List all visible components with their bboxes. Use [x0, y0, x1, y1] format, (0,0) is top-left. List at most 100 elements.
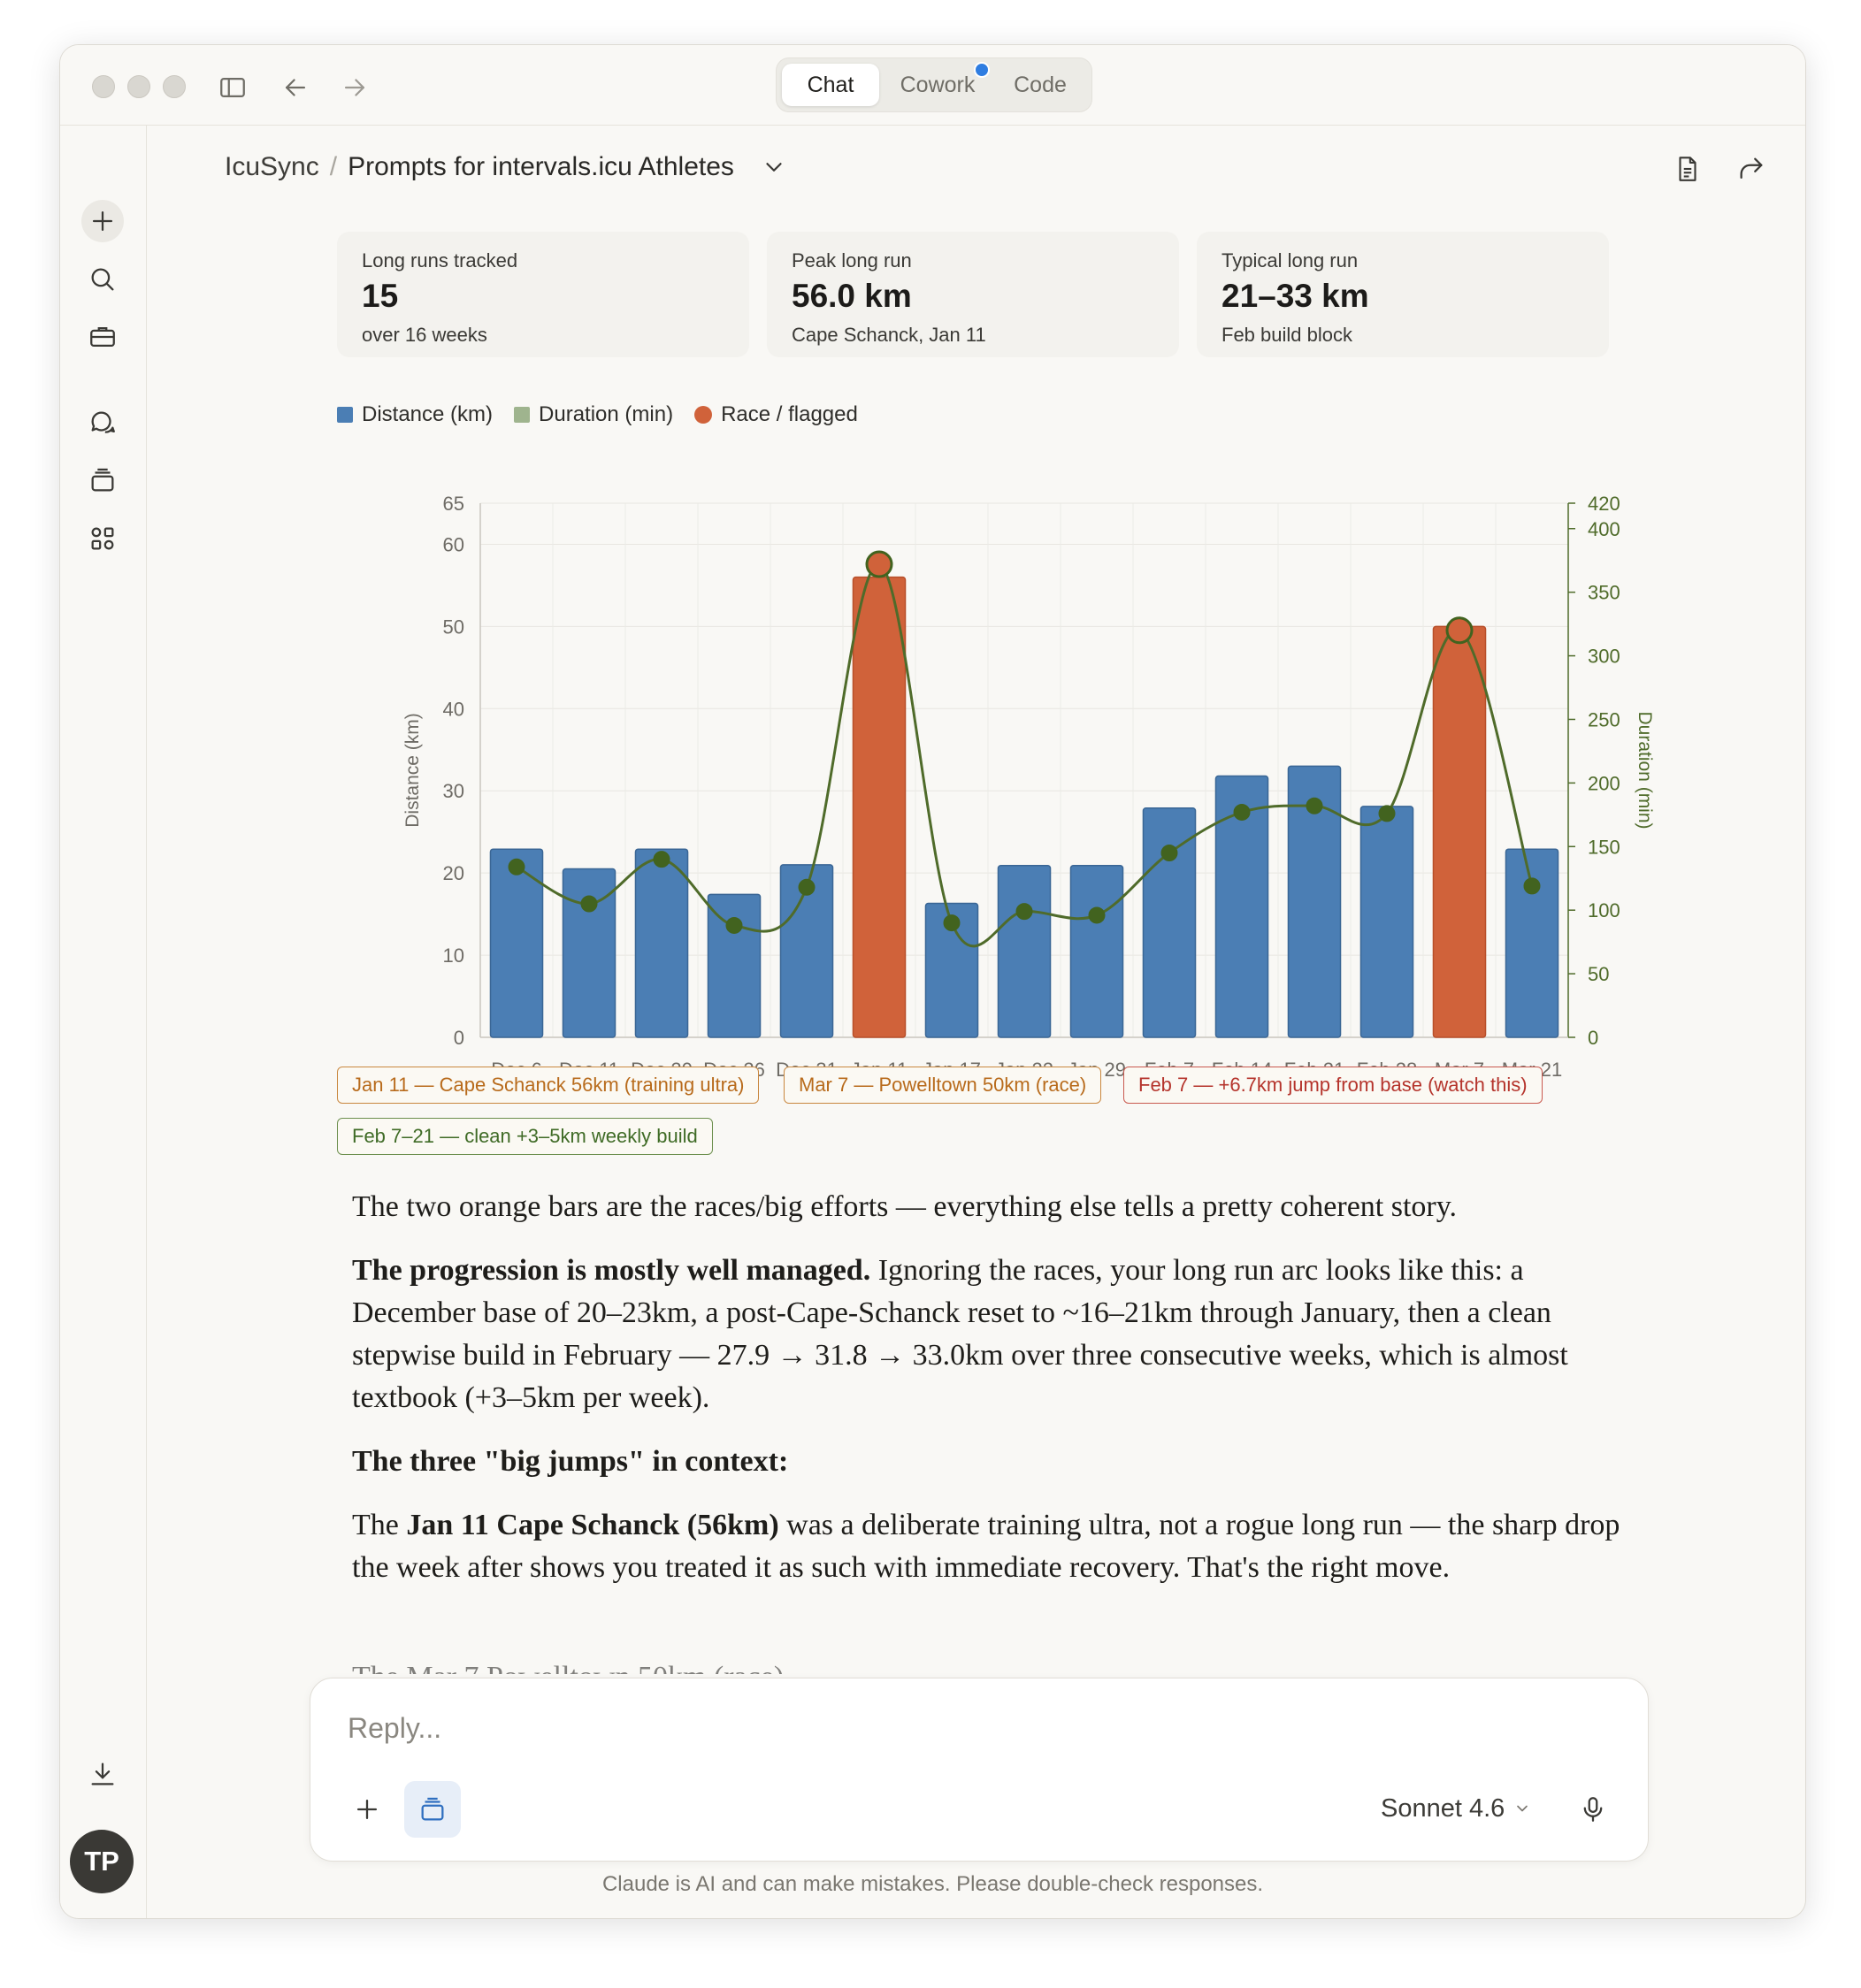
y-tick-label: 30 — [443, 780, 464, 802]
y2-tick-label: 50 — [1588, 963, 1609, 985]
conversation-title[interactable]: Prompts for intervals.icu Athletes — [348, 148, 734, 187]
projects-icon[interactable] — [81, 459, 124, 501]
chevron-down-icon[interactable] — [761, 154, 787, 180]
distance-bar — [489, 848, 544, 1038]
back-arrow-icon[interactable] — [278, 70, 313, 105]
duration-point — [1306, 797, 1323, 814]
y-tick-label: 60 — [443, 533, 464, 555]
search-icon[interactable] — [81, 258, 124, 301]
distance-bar — [1505, 848, 1559, 1038]
distance-bar — [707, 893, 762, 1038]
distance-bar — [1432, 625, 1487, 1038]
model-name: Sonnet 4.6 — [1381, 1794, 1505, 1823]
breadcrumb: IcuSync / Prompts for intervals.icu Athl… — [225, 148, 787, 187]
y2-tick-label: 100 — [1588, 899, 1620, 921]
duration-point — [1088, 906, 1106, 924]
stat-value: 15 — [362, 278, 399, 314]
stat-card-typical-long-run: Typical long run 21–33 km Feb build bloc… — [1197, 232, 1609, 357]
duration-point — [1233, 803, 1251, 821]
stat-value: 56.0 km — [792, 278, 912, 314]
microphone-icon[interactable] — [1565, 1781, 1621, 1838]
y-tick-label: 40 — [443, 698, 464, 720]
stat-card-peak-long-run: Peak long run 56.0 km Cape Schanck, Jan … — [767, 232, 1179, 357]
distance-bar — [634, 848, 689, 1038]
breadcrumb-root[interactable]: IcuSync — [225, 148, 319, 187]
tab-code[interactable]: Code — [996, 64, 1084, 106]
legend-item-race: Race / flagged — [694, 402, 858, 427]
distance-bar — [1359, 806, 1414, 1038]
bold-text: The three "big jumps" in context: — [352, 1445, 789, 1478]
duration-point — [1523, 877, 1541, 895]
reply-composer: Sonnet 4.6 — [310, 1678, 1649, 1862]
y2-axis-title: Duration (min) — [1635, 711, 1655, 829]
distance-bar — [997, 865, 1052, 1038]
duration-point-flagged — [1445, 616, 1474, 645]
duration-point — [1378, 805, 1396, 822]
sidebar: TP — [60, 126, 147, 1918]
mode-switcher: Chat Cowork Code — [776, 57, 1092, 112]
legend-item-duration: Duration (min) — [514, 402, 673, 427]
y-tick-label: 50 — [443, 616, 464, 638]
model-selector[interactable]: Sonnet 4.6 — [1381, 1787, 1531, 1830]
duration-point — [943, 914, 961, 932]
duration-point — [1160, 844, 1178, 861]
stat-sub: Cape Schanck, Jan 11 — [792, 324, 986, 346]
legend-swatch — [514, 407, 531, 423]
chart-legend: Distance (km) Duration (min) Race / flag… — [337, 399, 879, 431]
y-tick-label: 10 — [443, 944, 464, 967]
y2-tick-label: 300 — [1588, 646, 1620, 668]
app-window: Chat Cowork Code TP IcuSync / Prompts fo… — [59, 44, 1806, 1919]
distance-bar — [852, 576, 907, 1038]
tag-feb-build: Feb 7–21 — clean +3–5km weekly build — [337, 1118, 713, 1155]
duration-point — [580, 895, 598, 913]
sidebar-toggle-icon[interactable] — [215, 70, 250, 105]
close-window-button[interactable] — [92, 75, 115, 98]
message-paragraph: The two orange bars are the races/big ef… — [352, 1190, 1458, 1223]
document-icon[interactable] — [1668, 149, 1707, 188]
stat-sub: Feb build block — [1222, 324, 1352, 346]
y2-tick-label: 420 — [1588, 493, 1620, 515]
stat-label: Long runs tracked — [362, 249, 518, 271]
stat-value: 21–33 km — [1222, 278, 1369, 314]
download-icon[interactable] — [81, 1753, 124, 1795]
message-heading: The three "big jumps" in context: — [352, 1441, 1643, 1483]
duration-point — [653, 851, 670, 868]
share-icon[interactable] — [1732, 149, 1771, 188]
briefcase-icon[interactable] — [81, 316, 124, 358]
chevron-down-icon — [1517, 1805, 1528, 1812]
breadcrumb-separator: / — [329, 152, 338, 181]
forward-arrow-icon[interactable] — [337, 70, 372, 105]
y-tick-label: 65 — [443, 493, 464, 515]
stat-card-long-runs: Long runs tracked 15 over 16 weeks — [337, 232, 749, 357]
distance-bar — [1142, 807, 1197, 1038]
duration-point-flagged — [865, 550, 893, 578]
zoom-window-button[interactable] — [163, 75, 186, 98]
reply-input[interactable] — [346, 1705, 1411, 1751]
distance-bar — [1069, 865, 1124, 1038]
duration-point — [725, 916, 743, 934]
tag-powelltown: Mar 7 — Powelltown 50km (race) — [784, 1067, 1102, 1104]
chats-icon[interactable] — [81, 401, 124, 444]
tag-cape-schanck: Jan 11 — Cape Schanck 56km (training ult… — [337, 1067, 760, 1104]
cut-off-paragraph: The Mar 7 Powelltown 50km (race) — [352, 1656, 1643, 1674]
legend-swatch — [694, 406, 713, 424]
tab-chat[interactable]: Chat — [782, 64, 879, 106]
long-run-chart: 0 10 20 30 40 50 60 65 0 50 100 150 200 250 300 350 400 4… — [402, 493, 1655, 1081]
artifacts-icon[interactable] — [81, 517, 124, 560]
title-bar: Chat Cowork Code — [60, 45, 1805, 126]
legend-swatch — [337, 407, 353, 423]
message-paragraph: The progression is mostly well managed. … — [352, 1250, 1643, 1419]
y2-tick-label: 350 — [1588, 582, 1620, 604]
y2-tick-label: 0 — [1588, 1027, 1598, 1049]
legend-label: Distance (km) — [362, 402, 494, 426]
y2-tick-label: 150 — [1588, 836, 1620, 858]
attach-plus-icon[interactable] — [339, 1781, 395, 1838]
y2-tick-label: 200 — [1588, 772, 1620, 794]
legend-label: Race / flagged — [721, 402, 858, 426]
y-axis-title: Distance (km) — [402, 713, 423, 828]
new-chat-plus-icon[interactable] — [81, 200, 124, 242]
y2-tick-label: 400 — [1588, 518, 1620, 540]
disclaimer: Claude is AI and can make mistakes. Plea… — [601, 1872, 1264, 1896]
projects-icon[interactable] — [404, 1781, 461, 1838]
minimize-window-button[interactable] — [127, 75, 150, 98]
